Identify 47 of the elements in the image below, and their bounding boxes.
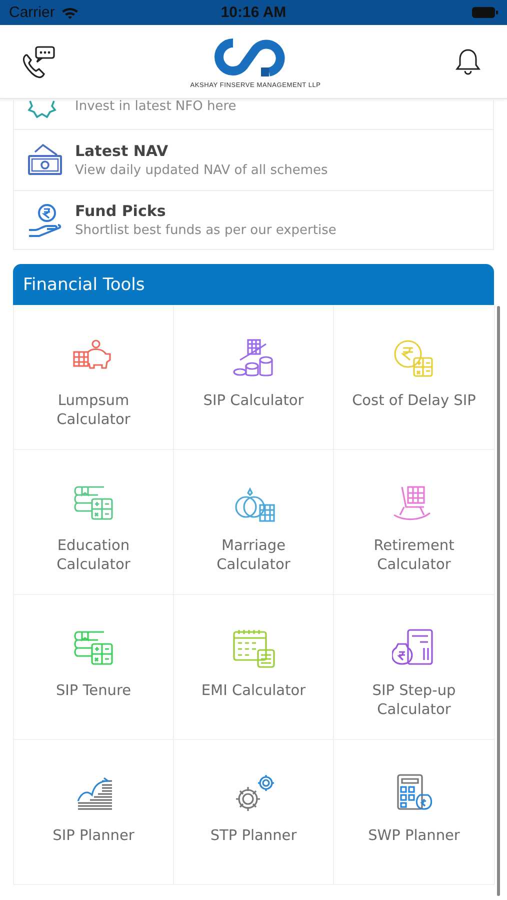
calculator-tile[interactable]: SIP Calculator — [174, 305, 334, 450]
calculator-tile[interactable]: Cost of Delay SIP — [334, 305, 495, 450]
calculator-icon — [392, 338, 436, 378]
calculator-icon — [392, 628, 436, 668]
calculator-tile[interactable]: EMI Calculator — [174, 595, 334, 740]
calculator-tile[interactable]: SIP Step-up Calculator — [334, 595, 495, 740]
tool-label: SIP Tenure — [54, 682, 132, 701]
banknote-icon — [27, 142, 63, 178]
clock-time: 10:16 AM — [220, 4, 288, 21]
service-description: Shortlist best funds as per our expertise — [75, 223, 336, 238]
tool-label: Retirement Calculator — [372, 537, 456, 575]
coin-hand-icon — [27, 202, 63, 238]
wifi-icon — [60, 6, 79, 19]
tool-label: SIP Step-up Calculator — [371, 682, 457, 720]
tool-label: Cost of Delay SIP — [351, 392, 477, 411]
service-item[interactable]: Fund Picks Shortlist best funds as per our expertise — [14, 191, 493, 249]
service-title: Latest NAV — [75, 142, 170, 160]
calculator-tile[interactable]: STP Planner — [174, 740, 334, 885]
calculator-tile[interactable]: Retirement Calculator — [334, 450, 495, 595]
tool-label: STP Planner — [209, 827, 298, 846]
calculator-icon — [72, 628, 116, 668]
calendar-icon — [232, 628, 276, 668]
tool-label: SWP Planner — [367, 827, 461, 846]
tool-label: Marriage Calculator — [216, 537, 292, 575]
tool-label: SIP Planner — [52, 827, 136, 846]
section-title: Financial Tools — [23, 274, 145, 294]
service-description: View daily updated NAV of all schemes — [75, 163, 328, 178]
calculator-tile[interactable]: SWP Planner — [334, 740, 495, 885]
calculator-tile[interactable]: SIP Tenure — [14, 595, 174, 740]
tool-label: Lumpsum Calculator — [56, 392, 132, 430]
service-title: Fund Picks — [75, 202, 167, 220]
calculator-tile[interactable]: Education Calculator — [14, 450, 174, 595]
calculator-tile[interactable]: Lumpsum Calculator — [14, 305, 174, 450]
calculator-icon — [72, 483, 116, 523]
carrier-name: Carrier — [9, 4, 55, 21]
calculator-tile[interactable]: SIP Planner — [14, 740, 174, 885]
tool-label: EMI Calculator — [200, 682, 307, 701]
coin-stack-icon — [232, 338, 276, 378]
service-item[interactable]: Latest NAV View daily updated NAV of all schemes — [14, 130, 493, 191]
battery-icon — [472, 7, 498, 18]
phone-chat-icon[interactable] — [20, 44, 56, 78]
tool-label: SIP Calculator — [202, 392, 305, 411]
tool-label: Education Calculator — [56, 537, 132, 575]
bell-icon[interactable] — [455, 48, 481, 76]
service-description: Invest in latest NFO here — [75, 99, 236, 114]
service-item[interactable]: Invest in latest NFO here — [14, 99, 493, 130]
calculator-tile[interactable]: Marriage Calculator — [174, 450, 334, 595]
